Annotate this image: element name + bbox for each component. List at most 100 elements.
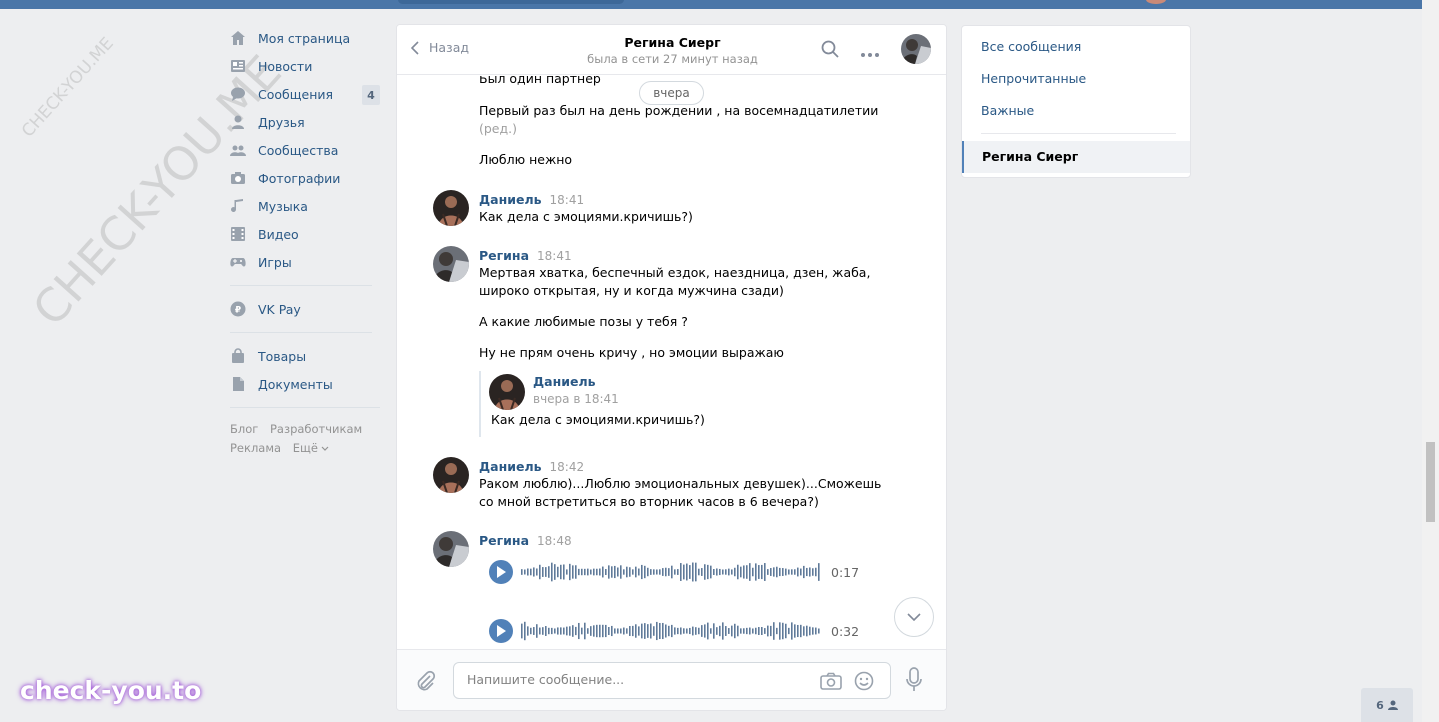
waveform-bar: [548, 566, 550, 578]
waveform[interactable]: [521, 560, 821, 584]
waveform-bar: [716, 627, 718, 635]
peer-avatar[interactable]: [901, 34, 931, 64]
waveform-bar: [587, 568, 589, 576]
waveform-bar: [686, 563, 688, 581]
nav-item-goods[interactable]: Товары: [230, 342, 380, 370]
message-time[interactable]: 18:48: [537, 534, 572, 548]
footer-link-more[interactable]: Ещё: [293, 441, 329, 455]
online-friends-button[interactable]: 6: [1361, 688, 1413, 722]
filter-divider: [981, 133, 1176, 134]
nav-item-messages[interactable]: Сообщения 4: [230, 80, 380, 108]
waveform-bar: [572, 625, 574, 637]
avatar[interactable]: [433, 531, 469, 567]
message-author[interactable]: Регина 18:41: [479, 248, 572, 263]
edited-mark[interactable]: (ред.): [479, 120, 517, 138]
microphone-icon[interactable]: [906, 667, 922, 696]
forward-author[interactable]: Даниель: [533, 374, 596, 389]
nav-label: Новости: [258, 58, 313, 74]
home-icon: [230, 30, 246, 46]
voice-message: 0:32: [489, 619, 889, 643]
chevron-down-icon: [907, 613, 921, 621]
waveform-bar: [572, 565, 574, 579]
footer-link-developers[interactable]: Разработчикам: [270, 422, 362, 436]
message-time[interactable]: 18:41: [537, 249, 572, 263]
waveform-bar: [800, 568, 802, 576]
waveform-bar: [734, 567, 736, 577]
header-avatar[interactable]: [1146, 0, 1166, 4]
message-author[interactable]: Регина 18:48: [479, 533, 572, 548]
avatar[interactable]: [433, 457, 469, 493]
page-scrollbar[interactable]: [1422, 0, 1439, 722]
message-author[interactable]: Даниель 18:41: [479, 192, 584, 207]
camera-icon[interactable]: [820, 672, 842, 693]
waveform-bar: [599, 624, 601, 638]
nav-item-games[interactable]: Игры: [230, 248, 380, 276]
news-icon: [230, 58, 246, 74]
waveform-bar: [764, 628, 766, 634]
nav-item-music[interactable]: Музыка: [230, 192, 380, 220]
waveform-bar: [611, 625, 613, 637]
waveform-bar: [749, 563, 751, 581]
message-author[interactable]: Даниель 18:42: [479, 459, 584, 474]
waveform-bar: [662, 568, 664, 576]
person-icon: [1387, 700, 1398, 710]
nav-item-my-page[interactable]: Моя страница: [230, 24, 380, 52]
message-text: Был один партнёр: [479, 76, 601, 86]
waveform-bar: [803, 626, 805, 636]
nav-item-video[interactable]: Видео: [230, 220, 380, 248]
footer-link-blog[interactable]: Блог: [230, 422, 258, 436]
scroll-down-button[interactable]: [894, 597, 934, 637]
waveform-bar: [557, 627, 559, 635]
waveform-bar: [533, 567, 535, 577]
waveform-bar: [608, 565, 610, 579]
filter-important[interactable]: Важные: [981, 103, 1034, 118]
avatar[interactable]: [489, 374, 525, 410]
nav-item-documents[interactable]: Документы: [230, 370, 380, 398]
waveform-bar: [551, 562, 553, 582]
message-time[interactable]: 18:41: [550, 193, 585, 207]
nav-item-photos[interactable]: Фотографии: [230, 164, 380, 192]
search-icon[interactable]: [821, 40, 839, 61]
forward-date[interactable]: вчера в 18:41: [533, 392, 619, 406]
message-history[interactable]: Был один партнёр вчера Первый раз был на…: [397, 76, 946, 648]
waveform-bar: [629, 626, 631, 636]
message-time[interactable]: 18:42: [550, 460, 585, 474]
waveform-bar: [794, 569, 796, 575]
message-composer: [397, 649, 946, 710]
waveform[interactable]: [521, 619, 821, 643]
waveform-bar: [548, 627, 550, 635]
more-icon[interactable]: [860, 46, 880, 61]
avatar[interactable]: [433, 246, 469, 282]
play-button[interactable]: [489, 619, 513, 643]
active-conversation-item[interactable]: Регина Сиерг: [962, 141, 1190, 173]
message-input[interactable]: [467, 672, 797, 687]
paperclip-icon[interactable]: [415, 670, 437, 695]
nav-item-news[interactable]: Новости: [230, 52, 380, 80]
filter-all-messages[interactable]: Все сообщения: [981, 39, 1081, 54]
waveform-bar: [737, 564, 739, 580]
waveform-bar: [605, 568, 607, 576]
waveform-bar: [617, 628, 619, 634]
message-text: со мной встретиться во вторник часов в 6…: [479, 494, 819, 509]
scrollbar-thumb[interactable]: [1426, 442, 1435, 522]
chevron-down-icon: [321, 446, 329, 451]
forwarded-message[interactable]: Даниель вчера в 18:41 Как дела с эмоциям…: [479, 371, 799, 437]
nav-label: Видео: [258, 226, 299, 242]
nav-item-vkpay[interactable]: ₽ VK Pay: [230, 295, 380, 323]
waveform-bar: [671, 624, 673, 638]
emoji-icon[interactable]: [854, 671, 874, 694]
waveform-bar: [758, 627, 760, 635]
waveform-bar: [740, 566, 742, 578]
footer-link-ads[interactable]: Реклама: [230, 441, 281, 455]
play-button[interactable]: [489, 560, 513, 584]
nav-item-groups[interactable]: Сообщества: [230, 136, 380, 164]
filter-unread[interactable]: Непрочитанные: [981, 71, 1086, 86]
message-text: Ну не прям очень кричу , но эмоции выраж…: [479, 345, 784, 360]
waveform-bar: [650, 569, 652, 575]
waveform-bar: [566, 626, 568, 636]
nav-item-friends[interactable]: Друзья: [230, 108, 380, 136]
avatar[interactable]: [433, 190, 469, 226]
header-search-area[interactable]: [398, 0, 624, 4]
waveform-bar: [719, 568, 721, 576]
waveform-bar: [764, 563, 766, 581]
